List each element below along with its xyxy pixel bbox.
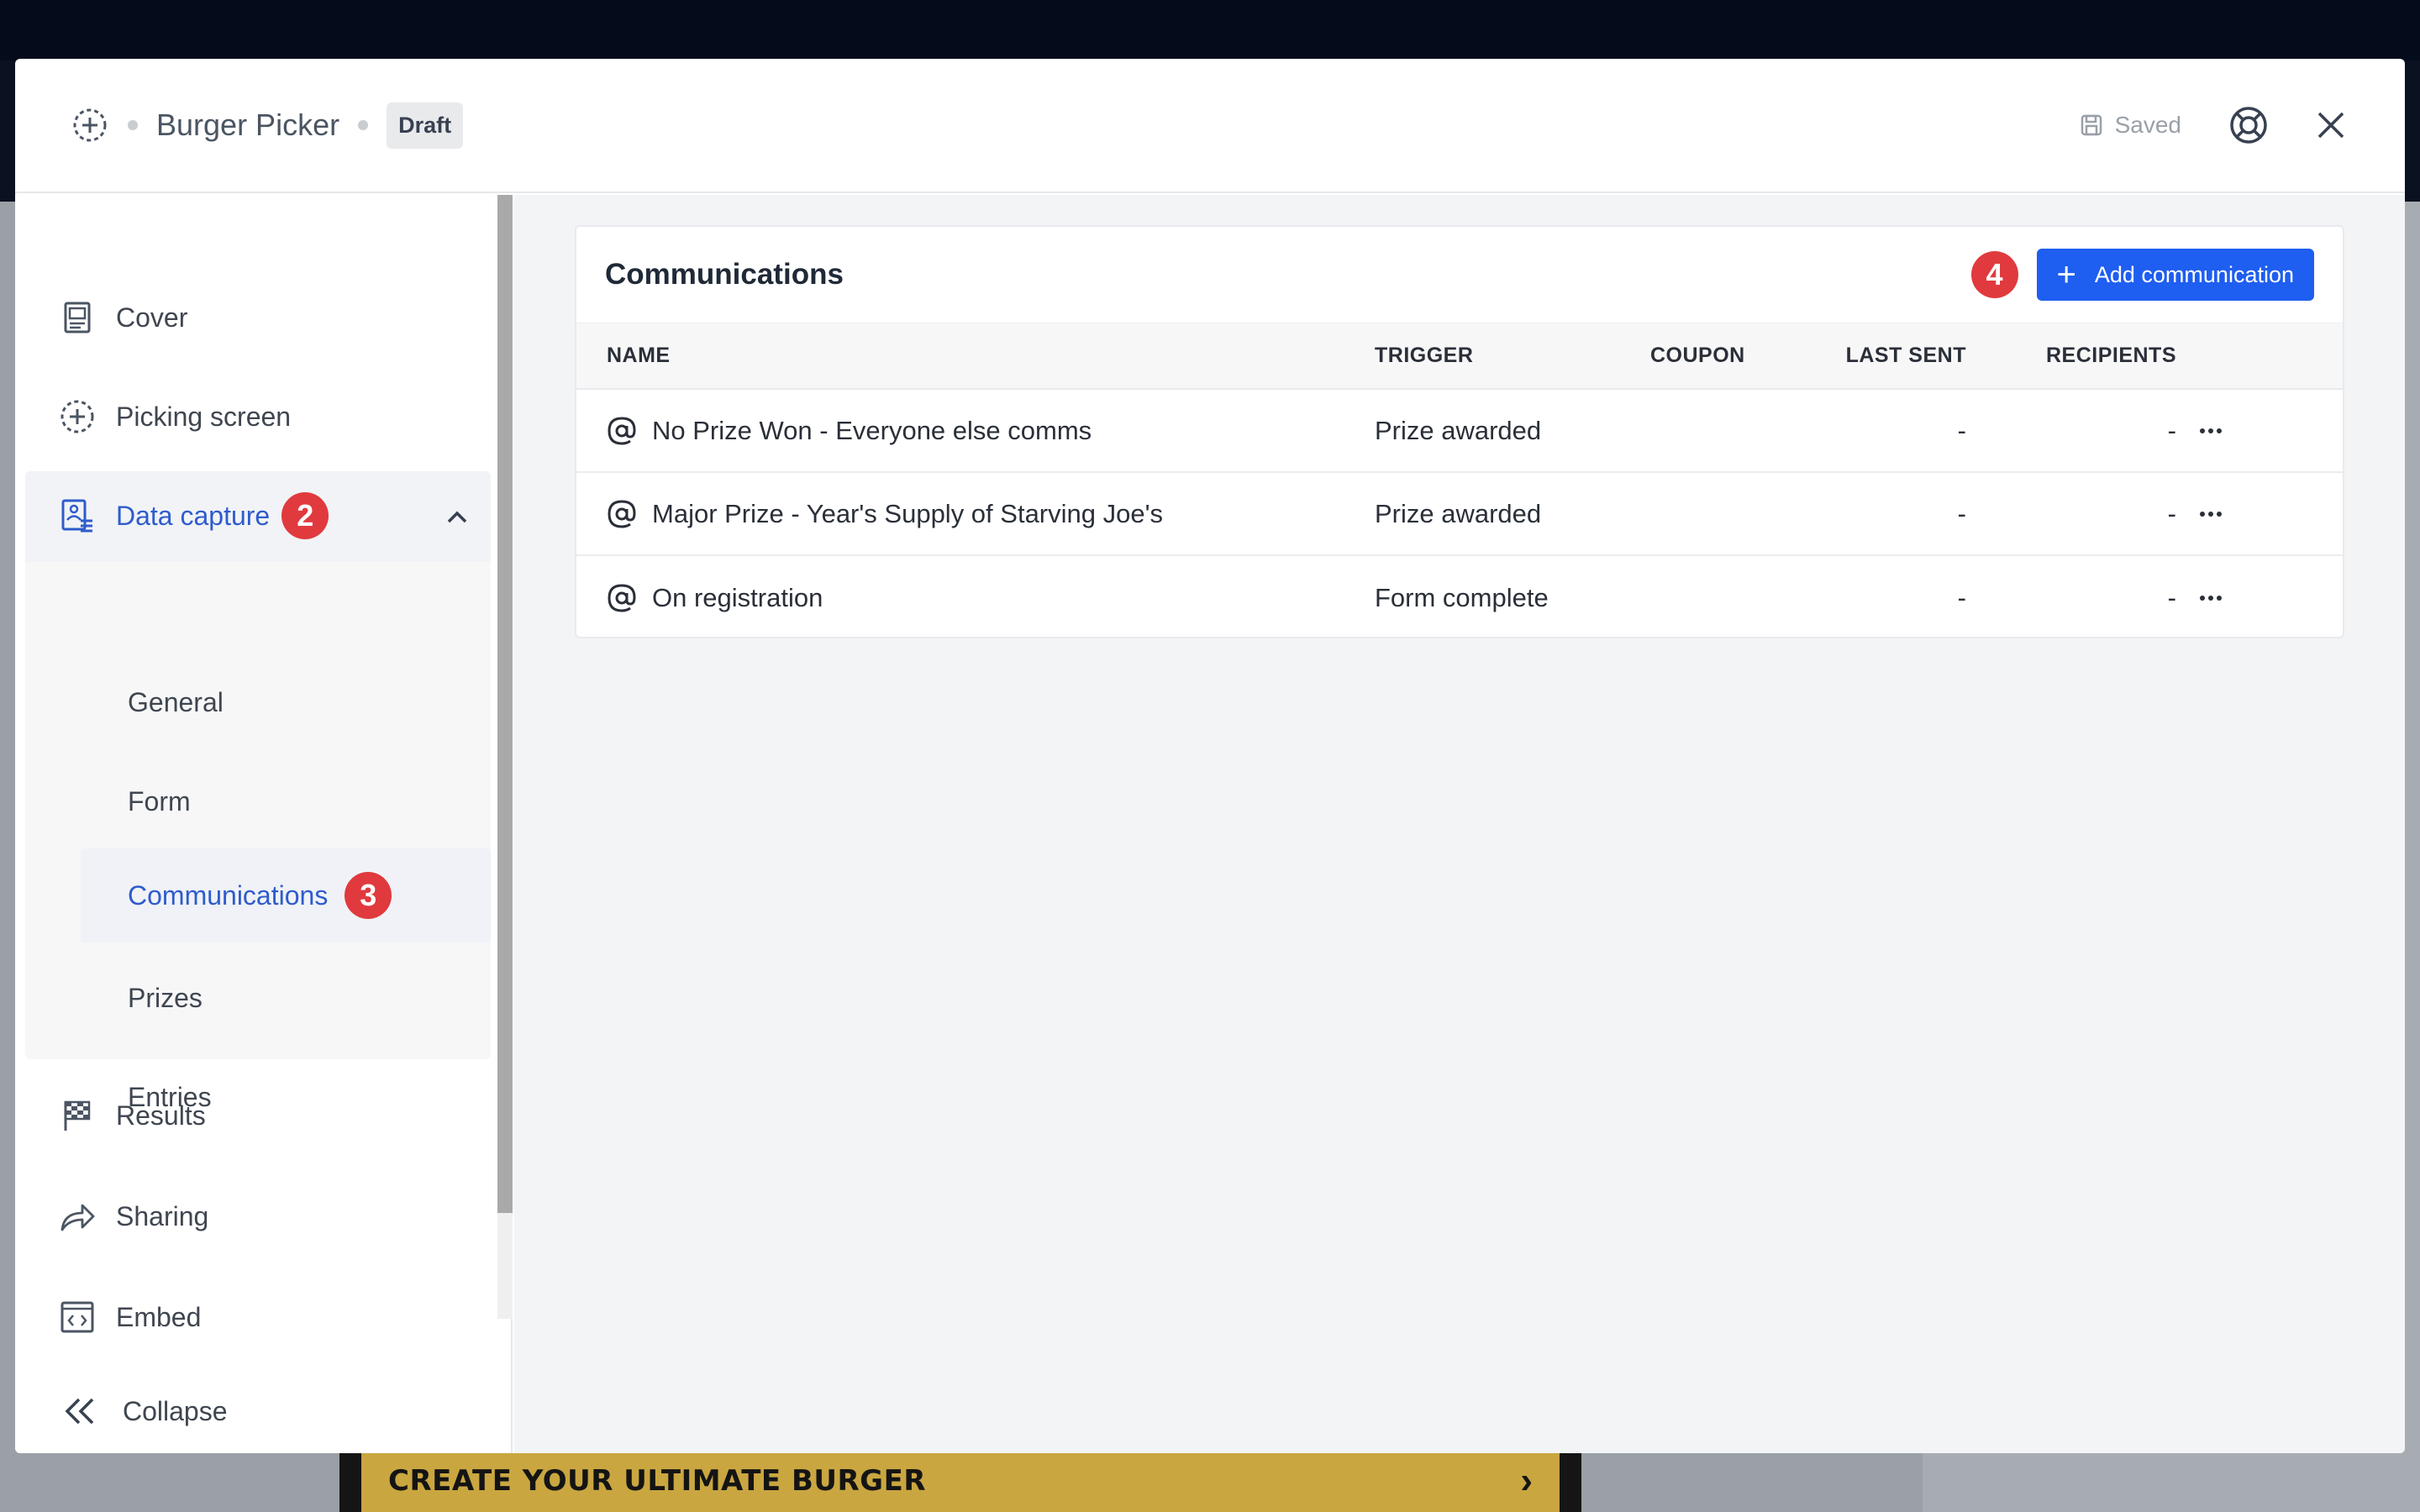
more-options-icon[interactable] <box>2198 427 2223 435</box>
step-badge: 3 <box>345 872 392 919</box>
saved-label: Saved <box>2114 112 2181 138</box>
sidebar-item-label: Picking screen <box>116 401 292 432</box>
table-row[interactable]: No Prize Won - Everyone else comms Prize… <box>576 390 2343 473</box>
sidebar-subitem-communications[interactable]: Communications 3 <box>81 848 491 942</box>
communication-trigger: Prize awarded <box>1375 498 1542 528</box>
sidebar-item-label: Cover <box>116 302 188 333</box>
save-icon <box>2081 114 2102 136</box>
communication-name: Major Prize - Year's Supply of Starving … <box>652 498 1164 528</box>
sidebar-subitem-label: Communications <box>128 879 329 911</box>
communications-card: Communications 4 + Add communication NAM… <box>575 225 2344 638</box>
communication-recipients: - <box>2167 582 2176 612</box>
sidebar-item-label: Sharing <box>116 1200 209 1231</box>
communication-last-sent: - <box>1957 498 1966 528</box>
modal-header: Burger Picker Draft Saved <box>15 59 2405 193</box>
table-header: NAME TRIGGER COUPON LAST SENT RECIPIENTS <box>576 323 2343 390</box>
sidebar-item-results[interactable]: Results <box>15 1072 491 1159</box>
sidebar-subitem-label: General <box>128 686 224 717</box>
sidebar-item-sharing[interactable]: Sharing <box>15 1173 491 1260</box>
sidebar-subitem-general[interactable]: General <box>35 655 445 749</box>
more-options-icon[interactable] <box>2198 594 2223 602</box>
chevron-right-icon: › <box>1520 1460 1533 1501</box>
cover-icon <box>64 302 91 333</box>
column-header-name[interactable]: NAME <box>576 344 1375 368</box>
email-at-icon <box>608 416 636 445</box>
data-capture-icon <box>61 499 92 533</box>
sidebar-item-label: Data capture <box>116 500 271 531</box>
sidebar-scrollbar-thumb[interactable] <box>497 195 513 1213</box>
picker-logo-icon <box>73 108 107 142</box>
breadcrumb: Burger Picker Draft <box>71 102 464 149</box>
main-content: Communications 4 + Add communication NAM… <box>514 195 2405 1453</box>
collapse-sidebar-button[interactable]: Collapse <box>15 1371 491 1452</box>
add-communication-button[interactable]: + Add communication <box>2036 249 2314 301</box>
sidebar-nav: Cover Picking screen Data capture 2 Gene… <box>15 195 513 1453</box>
column-header-last-sent[interactable]: LAST SENT <box>1835 344 1966 368</box>
card-title: Communications <box>605 258 844 291</box>
sidebar-item-label: Embed <box>116 1301 202 1332</box>
breadcrumb-separator <box>128 120 138 130</box>
plus-icon: + <box>2056 256 2076 293</box>
sidebar-subitem-form[interactable]: Form <box>35 754 445 848</box>
editor-modal: Burger Picker Draft Saved Cover Picking … <box>15 59 2405 1453</box>
communication-trigger: Prize awarded <box>1375 415 1542 445</box>
sidebar-item-embed[interactable]: Embed <box>15 1273 491 1361</box>
picking-screen-icon <box>60 400 94 433</box>
embed-icon <box>60 1301 94 1333</box>
sidebar-item-data-capture[interactable]: Data capture 2 <box>15 472 491 559</box>
communication-trigger: Form complete <box>1375 582 1549 612</box>
banner-text: CREATE YOUR ULTIMATE BURGER <box>388 1464 926 1498</box>
share-arrow-icon <box>60 1204 95 1231</box>
add-communication-label: Add communication <box>2094 261 2294 287</box>
close-icon[interactable] <box>2314 108 2348 142</box>
breadcrumb-separator <box>358 120 369 130</box>
email-at-icon <box>608 499 636 528</box>
chevron-up-icon[interactable] <box>444 504 471 531</box>
saved-indicator: Saved <box>2080 112 2181 139</box>
column-header-recipients[interactable]: RECIPIENTS <box>1966 344 2176 368</box>
sidebar-item-label: Results <box>116 1100 206 1131</box>
communication-last-sent: - <box>1957 415 1966 445</box>
communication-name: On registration <box>652 582 823 612</box>
sidebar-item-picking-screen[interactable]: Picking screen <box>15 373 491 460</box>
table-row[interactable]: Major Prize - Year's Supply of Starving … <box>576 473 2343 556</box>
sidebar-subitem-label: Form <box>128 785 191 816</box>
communication-name: No Prize Won - Everyone else comms <box>652 415 1092 445</box>
more-options-icon[interactable] <box>2198 510 2223 518</box>
status-badge: Draft <box>387 102 464 149</box>
communication-recipients: - <box>2167 415 2176 445</box>
sidebar-item-cover[interactable]: Cover <box>15 274 491 361</box>
page-title: Burger Picker <box>156 108 340 142</box>
communication-last-sent: - <box>1957 582 1966 612</box>
collapse-label: Collapse <box>123 1395 228 1426</box>
communication-recipients: - <box>2167 498 2176 528</box>
email-at-icon <box>608 583 636 612</box>
step-badge: 4 <box>1970 251 2018 298</box>
double-chevron-left-icon <box>65 1398 94 1425</box>
background-topbar <box>0 0 2420 60</box>
column-header-trigger[interactable]: TRIGGER <box>1375 344 1650 368</box>
checkered-flag-icon <box>64 1100 91 1131</box>
help-lifebuoy-icon[interactable] <box>2227 103 2270 147</box>
table-body: No Prize Won - Everyone else comms Prize… <box>576 390 2343 639</box>
step-badge: 2 <box>281 492 329 539</box>
column-header-coupon[interactable]: COUPON <box>1650 344 1835 368</box>
table-row[interactable]: On registration Form complete - - <box>576 556 2343 639</box>
sidebar-subitem-prizes[interactable]: Prizes <box>35 951 445 1045</box>
sidebar-subitem-label: Prizes <box>128 982 203 1013</box>
